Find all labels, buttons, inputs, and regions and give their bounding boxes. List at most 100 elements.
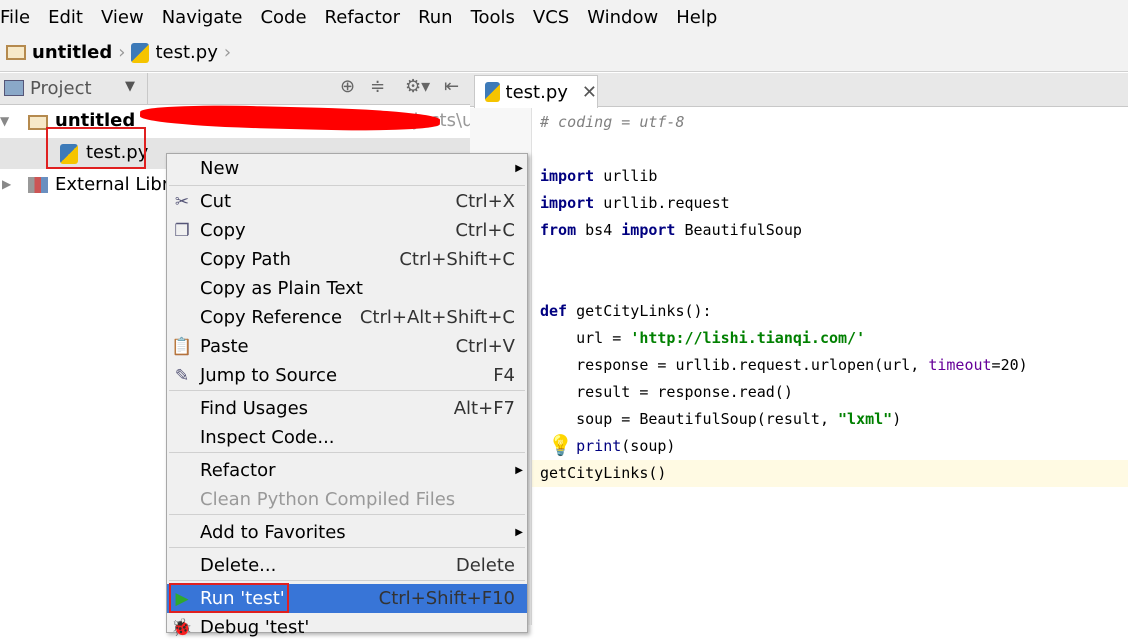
menu-item-find-usages[interactable]: Find Usages Alt+F7 [167,394,527,423]
close-icon[interactable]: ✕ [582,82,597,103]
tree-item-external-libraries[interactable]: External Libra [55,174,180,195]
menu-separator [169,390,525,391]
menu-bar: File Edit View Navigate Code Refactor Run Tools… [0,0,1128,34]
menu-separator [169,452,525,453]
menu-item-label: Debug 'test' [200,617,310,638]
code-line[interactable]: response = urllib.request.urlopen(url, t… [540,352,1028,379]
code-line[interactable]: import urllib [540,163,657,190]
menu-item-shortcut: Ctrl+V [455,336,515,357]
code-line[interactable]: result = response.read() [540,379,793,406]
menu-tools[interactable]: Tools [461,7,523,28]
menu-item-delete[interactable]: Delete... Delete [167,551,527,580]
highlight-box [169,583,289,613]
debug-icon: 🐞 [171,618,193,638]
menu-item-shortcut: Ctrl+Alt+Shift+C [359,307,515,328]
menu-item-copy-path[interactable]: Copy Path Ctrl+Shift+C [167,245,527,274]
menu-item-shortcut: Ctrl+C [455,220,515,241]
menu-navigate[interactable]: Navigate [152,7,251,28]
python-file-icon [131,42,150,63]
menu-separator [169,514,525,515]
menu-separator [169,547,525,548]
menu-item-label: Copy Path [200,249,291,270]
menu-item-label: Copy Reference [200,307,343,328]
code-line[interactable]: # coding = utf-8 [540,109,685,136]
submenu-arrow-icon: ▶ [515,527,523,538]
project-icon [4,80,24,96]
menu-item-shortcut: Alt+F7 [453,398,515,419]
menu-item-label: Cut [200,191,232,212]
chevron-down-icon[interactable]: ▼ [125,79,135,94]
menu-item-shortcut: Ctrl+X [455,191,515,212]
expand-arrow-icon[interactable]: ▶ [2,177,11,191]
menu-item-paste[interactable]: 📋 Paste Ctrl+V [167,332,527,361]
menu-item-label: Clean Python Compiled Files [200,489,456,510]
breadcrumb-file[interactable]: test.py [155,42,217,63]
divider [147,73,148,105]
highlight-box [46,127,146,169]
menu-item-label: Find Usages [200,398,309,419]
code-line[interactable]: import urllib.request [540,190,730,217]
menu-item-copy-reference[interactable]: Copy Reference Ctrl+Alt+Shift+C [167,303,527,332]
library-icon [28,177,48,193]
menu-item-label: Refactor [200,460,276,481]
tab-label: test.py [505,81,568,103]
menu-item-copy[interactable]: ❐ Copy Ctrl+C [167,216,527,245]
chevron-right-icon: › [118,42,126,63]
menu-item-shortcut: Ctrl+Shift+F10 [378,588,515,609]
navigation-bar: untitled › test.py › [0,34,1128,72]
menu-item-cut[interactable]: ✂ Cut Ctrl+X [167,187,527,216]
paste-icon: 📋 [171,337,193,357]
menu-item-label: Paste [200,336,249,357]
menu-item-shortcut: Delete [455,555,515,576]
code-line[interactable]: def getCityLinks(): [540,298,712,325]
locate-icon[interactable]: ⊕ [340,76,355,97]
redaction-scribble [139,103,441,133]
menu-window[interactable]: Window [577,7,666,28]
menu-edit[interactable]: Edit [38,7,91,28]
menu-help[interactable]: Help [666,7,725,28]
project-view-selector[interactable]: Project [30,78,92,99]
menu-item-label: Copy [200,220,246,241]
menu-run[interactable]: Run [408,7,461,28]
menu-item-label: Inspect Code... [200,427,335,448]
code-line[interactable]: from bs4 import BeautifulSoup [540,217,802,244]
menu-item-debug-test[interactable]: 🐞 Debug 'test' [167,613,527,642]
menu-item-jump-to-source[interactable]: ✎ Jump to Source F4 [167,361,527,390]
menu-item-inspect-code[interactable]: Inspect Code... [167,423,527,452]
menu-item-refactor[interactable]: Refactor ▶ [167,456,527,485]
menu-item-clean-python-compiled-files[interactable]: Clean Python Compiled Files [167,485,527,514]
code-line[interactable]: soup = BeautifulSoup(result, "lxml") [540,406,901,433]
jump-to-source-icon: ✎ [174,366,190,386]
submenu-arrow-icon: ▶ [515,465,523,476]
menu-item-new[interactable]: New ▶ [167,154,527,183]
breadcrumb-project[interactable]: untitled [32,42,112,63]
menu-file[interactable]: File [0,7,38,28]
expand-arrow-icon[interactable]: ▼ [0,114,9,128]
menu-item-label: Copy as Plain Text [200,278,363,299]
menu-item-copy-as-plain-text[interactable]: Copy as Plain Text [167,274,527,303]
menu-item-label: New [200,158,240,179]
code-line[interactable]: url = 'http://lishi.tianqi.com/' [540,325,865,352]
tab-test-py[interactable]: test.py ✕ [474,75,598,108]
hide-panel-icon[interactable]: ⇤ [444,76,459,97]
menu-item-shortcut: Ctrl+Shift+C [399,249,515,270]
menu-code[interactable]: Code [250,7,314,28]
menu-separator [169,580,525,581]
chevron-right-icon: › [223,42,232,63]
menu-vcs[interactable]: VCS [523,7,577,28]
project-panel-header: Project ▼ ⊕ ≑ ⚙▾ ⇤ [0,73,470,105]
folder-icon [28,115,48,130]
menu-item-label: Add to Favorites [200,522,346,543]
gear-icon[interactable]: ⚙▾ [405,76,430,97]
collapse-all-icon[interactable]: ≑ [370,76,385,97]
menu-item-shortcut: F4 [493,365,515,386]
menu-item-label: Jump to Source [200,365,338,386]
scissors-icon: ✂ [174,192,190,212]
menu-refactor[interactable]: Refactor [315,7,409,28]
copy-icon: ❐ [174,221,190,241]
menu-item-add-to-favorites[interactable]: Add to Favorites ▶ [167,518,527,547]
code-line[interactable]: getCityLinks() [540,460,666,487]
lightbulb-icon[interactable]: 💡 [548,433,573,457]
menu-view[interactable]: View [91,7,152,28]
context-menu: New ▶ ✂ Cut Ctrl+X ❐ Copy Ctrl+C Copy Path Ctrl+S… [166,153,528,638]
